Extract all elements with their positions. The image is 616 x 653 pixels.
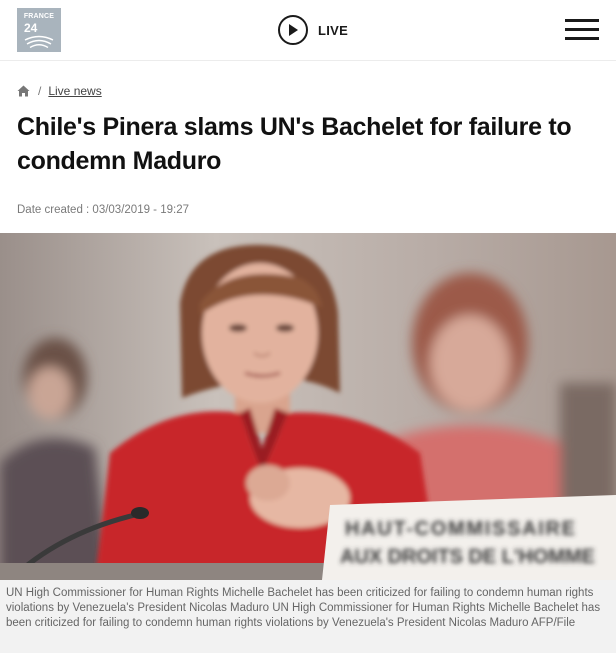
breadcrumb: / Live news: [17, 82, 102, 100]
logo-text-24: 24: [24, 21, 38, 35]
nameplate-line1: HAUT-COMMISSAIRE: [345, 518, 575, 540]
live-label: LIVE: [318, 22, 349, 38]
article-title: Chile's Pinera slams UN's Bachelet for f…: [17, 113, 572, 175]
site-header: FRANCE 24 LIVE: [0, 0, 616, 61]
home-icon[interactable]: [17, 85, 30, 97]
article-photo: HAUT-COMMISSAIRE AUX DROITS DE L'HOMME: [0, 233, 616, 580]
hamburger-menu-icon[interactable]: [565, 19, 599, 41]
nameplate-line2: AUX DROITS DE L'HOMME: [340, 546, 595, 568]
breadcrumb-separator: /: [38, 84, 42, 98]
france24-logo[interactable]: FRANCE 24: [17, 8, 61, 52]
logo-text-france: FRANCE: [23, 13, 55, 20]
photo-caption: UN High Commissioner for Human Rights Mi…: [0, 580, 616, 653]
article-date: Date created : 03/03/2019 - 19:27: [17, 204, 189, 216]
breadcrumb-link-live-news[interactable]: Live news: [48, 84, 101, 98]
logo-waves-icon: [24, 35, 54, 48]
live-button[interactable]: LIVE: [278, 13, 348, 47]
play-icon: [278, 15, 308, 45]
